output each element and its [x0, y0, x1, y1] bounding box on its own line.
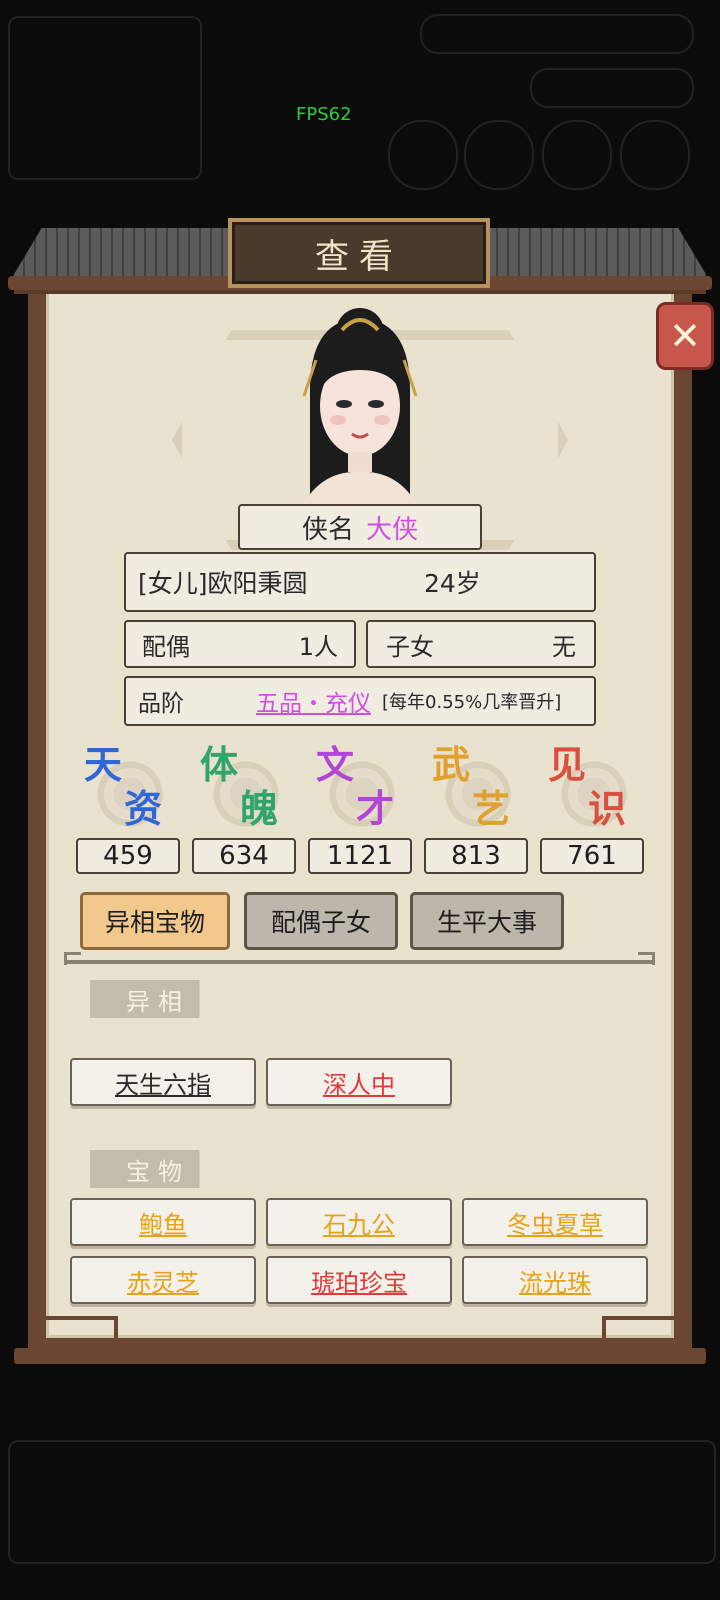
stat-value: 761	[540, 838, 644, 874]
treasure-item[interactable]: 石九公	[266, 1198, 452, 1246]
close-icon: ✕	[669, 314, 701, 358]
treasures-header-label: 宝物	[126, 1157, 190, 1186]
tab-life-events[interactable]: 生平大事	[410, 892, 564, 950]
stat-char: 体	[200, 742, 239, 787]
dialog-title: 查看	[228, 218, 490, 288]
name-field: 侠名 大侠	[238, 504, 482, 550]
stat-title: 体魄	[196, 742, 292, 842]
tab-label: 异相宝物	[104, 908, 205, 937]
frame-foot-right	[602, 1316, 680, 1352]
stat-title: 文才	[312, 742, 408, 842]
spouse-field: 配偶 1人	[124, 620, 356, 668]
stat-title: 武艺	[428, 742, 524, 842]
spouse-value: 1人	[298, 632, 338, 661]
background-menu-icon	[388, 120, 458, 190]
stat-value: 813	[424, 838, 528, 874]
close-button[interactable]: ✕	[656, 302, 714, 370]
tab-traits-treasures[interactable]: 异相宝物	[80, 892, 230, 950]
stat-value: 459	[76, 838, 180, 874]
fps-counter: FPS62	[296, 104, 352, 125]
stat-value: 1121	[308, 838, 412, 874]
stat-char: 资	[124, 786, 163, 831]
background-menu-icon	[620, 120, 690, 190]
identity-label: [女儿]欧阳秉圆	[138, 569, 308, 598]
tab-label: 生平大事	[436, 908, 537, 937]
frame-foot-left	[40, 1316, 118, 1352]
rank-note: [每年0.55%几率晋升]	[382, 692, 562, 713]
stat-title: 天资	[80, 742, 176, 842]
trait-item[interactable]: 天生六指	[70, 1058, 256, 1106]
background-resource-bar	[420, 14, 694, 54]
divider-cap	[638, 952, 655, 965]
divider-cap	[64, 952, 81, 965]
tab-spouse-children[interactable]: 配偶子女	[244, 892, 398, 950]
stat-value: 634	[192, 838, 296, 874]
treasure-item[interactable]: 流光珠	[462, 1256, 648, 1304]
trait-item[interactable]: 深人中	[266, 1058, 452, 1106]
stat-char: 才	[356, 786, 395, 831]
background-panel	[8, 16, 202, 180]
identity-field: [女儿]欧阳秉圆 24岁	[124, 552, 596, 612]
treasures-header: 宝物	[72, 1150, 222, 1188]
treasure-item[interactable]: 赤灵芝	[70, 1256, 256, 1304]
stat-char: 见	[548, 742, 587, 787]
age-value: 24岁	[424, 569, 481, 598]
rank-label: 品阶	[138, 691, 184, 717]
background-resource-bar-2	[530, 68, 694, 108]
rank-value-link[interactable]: 五品・充仪	[256, 684, 371, 718]
rank-field: 品阶 五品・充仪 [每年0.55%几率晋升]	[124, 676, 596, 726]
stat-char: 文	[316, 742, 355, 787]
stat-char: 天	[84, 742, 123, 787]
traits-header-label: 异相	[126, 987, 190, 1016]
treasure-item[interactable]: 琥珀珍宝	[266, 1256, 452, 1304]
section-divider	[66, 960, 654, 964]
stat-title: 见识	[544, 742, 640, 842]
name-value: 大侠	[366, 514, 419, 545]
children-value: 无	[552, 632, 576, 661]
tab-label: 配偶子女	[270, 908, 371, 937]
stat-char: 魄	[240, 786, 279, 831]
background-bottom-nav	[8, 1440, 716, 1564]
spouse-label: 配偶	[142, 632, 190, 661]
traits-header: 异相	[72, 980, 222, 1018]
stat-char: 艺	[472, 786, 511, 831]
background-menu-icon	[542, 120, 612, 190]
name-label: 侠名	[301, 514, 354, 545]
stat-char: 识	[588, 786, 627, 831]
stat-char: 武	[432, 742, 471, 787]
background-menu-icon	[464, 120, 534, 190]
character-portrait	[300, 308, 420, 510]
treasure-item[interactable]: 鲍鱼	[70, 1198, 256, 1246]
children-field: 子女 无	[366, 620, 596, 668]
children-label: 子女	[386, 632, 434, 661]
treasure-item[interactable]: 冬虫夏草	[462, 1198, 648, 1246]
